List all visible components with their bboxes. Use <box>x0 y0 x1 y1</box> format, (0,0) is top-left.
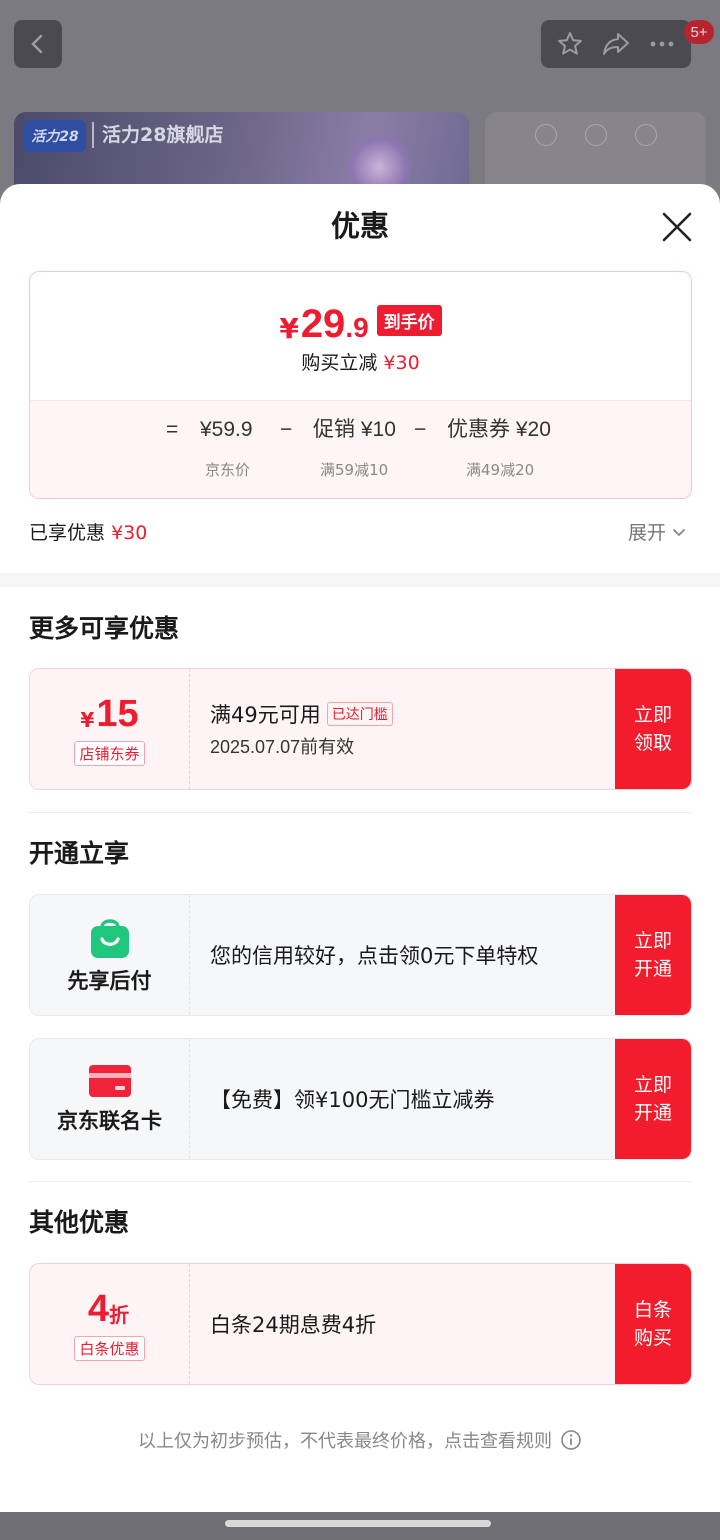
baitiao-desc: 白条24期息费4折 <box>210 1313 377 1337</box>
price-currency: ¥ <box>279 312 299 345</box>
reduction-label: 购买立减 <box>301 352 378 374</box>
baitiao-type-tag: 白条优惠 <box>74 1335 145 1361</box>
button-line: 购买 <box>633 1327 672 1349</box>
home-indicator[interactable] <box>225 1520 491 1527</box>
coupon-amount: 优惠券 ¥20 <box>447 418 551 441</box>
sheet-title: 优惠 <box>330 211 389 243</box>
pay-later-card: 先享后付 您的信用较好，点击领0元下单特权 立即 开通 <box>29 894 692 1016</box>
coupon-currency: ¥ <box>80 707 95 732</box>
credit-card-icon <box>88 1065 131 1097</box>
rules-note[interactable]: 以上仅为初步预估，不代表最终价格，点击查看规则 <box>0 1427 720 1453</box>
rules-note-text: 以上仅为初步预估，不代表最终价格，点击查看规则 <box>138 1431 552 1452</box>
threshold-reached-tag: 已达门槛 <box>326 702 393 726</box>
final-price: ¥ 29 .9 到手价 <box>30 302 691 346</box>
price-decimal: .9 <box>345 312 369 343</box>
store-coupon-card: ¥ 15 店铺东券 满49元可用 已达门槛 2025.07.07前有效 立即 领… <box>29 668 692 790</box>
baitiao-discount: 4 折 <box>88 1288 131 1330</box>
coupon-value: ¥ 15 <box>80 693 138 735</box>
price-breakdown: = ¥59.9 − 促销 ¥10 − 优惠券 ¥20 京东价 满59减10 满4… <box>30 400 691 498</box>
claim-coupon-button[interactable]: 立即 领取 <box>615 669 691 789</box>
button-line: 白条 <box>633 1299 672 1321</box>
jd-price-caption: 京东价 <box>205 461 251 479</box>
coupon-type-tag: 店铺东券 <box>74 740 145 766</box>
coupon-amount: 15 <box>96 692 139 735</box>
co-brand-block: 京东联名卡 <box>30 1039 190 1159</box>
coupon-condition: 满49元可用 <box>210 703 321 727</box>
button-line: 开通 <box>633 1102 672 1124</box>
feature-icon <box>585 124 607 146</box>
discount-number: 4 <box>87 1287 110 1330</box>
button-line: 立即 <box>633 930 672 952</box>
separator <box>29 812 692 813</box>
feature-icon <box>635 124 657 146</box>
final-price-tag: 到手价 <box>376 305 442 336</box>
coupon-validity: 2025.07.07前有效 <box>210 737 355 757</box>
co-brand-desc: 【免费】领¥100无门槛立减券 <box>210 1088 495 1112</box>
price-summary: ¥ 29 .9 到手价 购买立减 ¥30 = ¥59.9 − 促销 ¥10 − … <box>29 271 692 499</box>
open-pay-later-button[interactable]: 立即 开通 <box>615 895 691 1015</box>
open-co-brand-button[interactable]: 立即 开通 <box>615 1039 691 1159</box>
pay-later-label: 先享后付 <box>67 969 152 993</box>
promo-caption: 满59减10 <box>320 461 389 479</box>
discount-sheet: 优惠 ¥ 29 .9 到手价 购买立减 ¥30 = ¥59.9 − 促销 ¥10… <box>0 184 720 1512</box>
reduction-value: ¥30 <box>383 352 420 374</box>
promo-amount: 促销 ¥10 <box>313 418 396 441</box>
enjoyed-value: ¥30 <box>111 522 148 544</box>
pay-later-desc: 您的信用较好，点击领0元下单特权 <box>210 944 539 968</box>
co-brand-label: 京东联名卡 <box>57 1109 162 1133</box>
section-divider <box>0 573 720 587</box>
discount-unit: 折 <box>109 1302 130 1327</box>
pay-later-details: 您的信用较好，点击领0元下单特权 <box>190 895 615 1015</box>
store-logo: 活力28 <box>24 120 86 152</box>
enjoyed-label: 已享优惠 <box>29 522 106 544</box>
baitiao-buy-button[interactable]: 白条 购买 <box>615 1264 691 1384</box>
baitiao-card: 4 折 白条优惠 白条24期息费4折 白条 购买 <box>29 1263 692 1385</box>
feature-icon <box>535 124 557 146</box>
baitiao-value-block: 4 折 白条优惠 <box>30 1264 190 1384</box>
coupon-details: 满49元可用 已达门槛 2025.07.07前有效 <box>190 669 615 789</box>
open-enjoy-title: 开通立享 <box>29 840 130 868</box>
other-discounts-title: 其他优惠 <box>29 1209 130 1237</box>
separator <box>29 1181 692 1182</box>
button-line: 立即 <box>633 704 672 726</box>
minus-sign: − <box>414 418 427 441</box>
more-icon[interactable] <box>648 30 676 58</box>
store-name: 活力28旗舰店 <box>92 122 223 148</box>
equals-sign: = <box>166 418 179 441</box>
share-icon[interactable] <box>601 30 631 58</box>
chevron-down-icon <box>673 528 685 536</box>
notification-badge: 5+ <box>684 20 714 44</box>
co-brand-card: 京东联名卡 【免费】领¥100无门槛立减券 立即 开通 <box>29 1038 692 1160</box>
expand-label: 展开 <box>628 522 667 544</box>
enjoyed-discount: 已享优惠 ¥30 <box>29 518 147 545</box>
coupon-value-block: ¥ 15 店铺东券 <box>30 669 190 789</box>
baitiao-details: 白条24期息费4折 <box>190 1264 615 1384</box>
info-icon[interactable] <box>560 1429 582 1451</box>
expand-button[interactable]: 展开 <box>628 518 688 545</box>
jd-price: ¥59.9 <box>200 418 253 441</box>
top-action-bar <box>541 20 691 68</box>
star-icon[interactable] <box>556 30 584 58</box>
co-brand-details: 【免费】领¥100无门槛立减券 <box>190 1039 615 1159</box>
minus-sign: − <box>280 418 293 441</box>
close-icon[interactable] <box>660 210 694 244</box>
back-button[interactable] <box>14 20 62 68</box>
chevron-left-icon <box>31 34 43 54</box>
pay-later-block: 先享后付 <box>30 895 190 1015</box>
coupon-caption: 满49减20 <box>466 461 535 479</box>
button-line: 立即 <box>633 1074 672 1096</box>
button-line: 开通 <box>633 958 672 980</box>
shopping-bag-icon <box>90 919 129 958</box>
price-reduction: 购买立减 ¥30 <box>30 348 691 375</box>
button-line: 领取 <box>633 732 672 754</box>
price-integer: 29 <box>300 302 346 346</box>
more-discounts-title: 更多可享优惠 <box>29 615 180 643</box>
